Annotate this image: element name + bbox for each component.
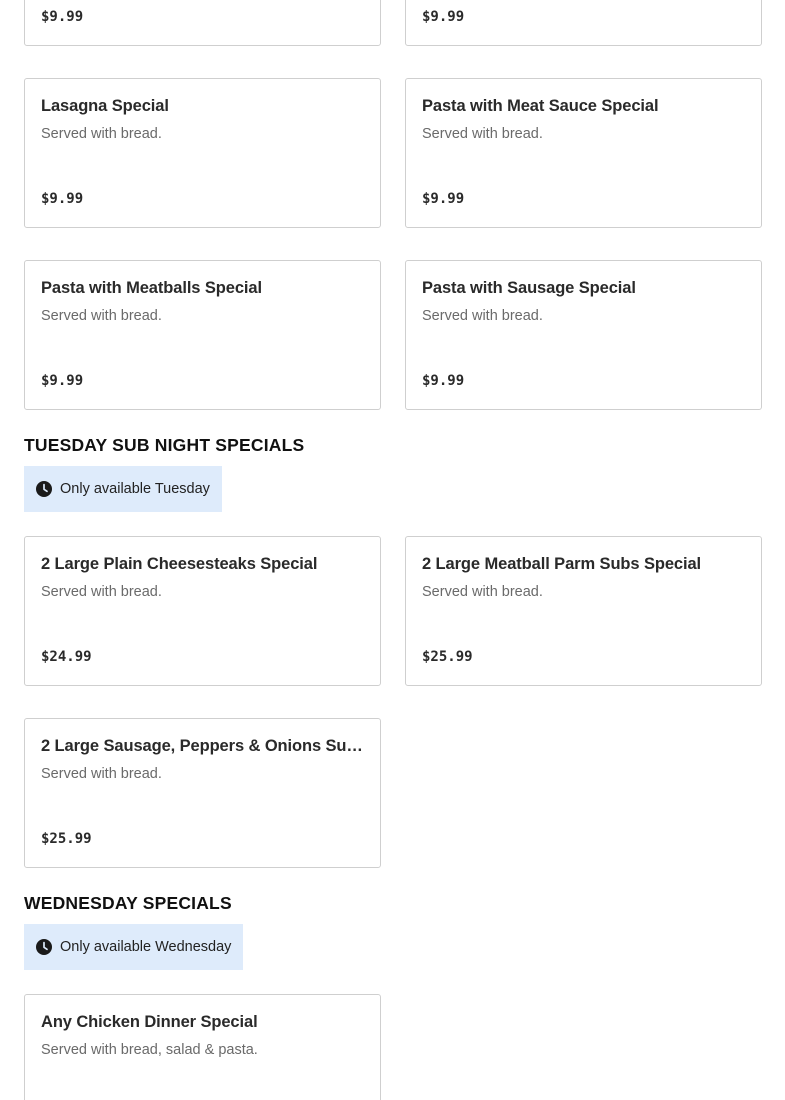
menu-item-card[interactable]: $9.99 [24, 0, 381, 46]
availability-badge-wednesday: Only available Wednesday [24, 924, 244, 970]
item-name: 2 Large Sausage, Peppers & Onions Subs..… [41, 737, 364, 755]
item-price: $25.99 [422, 649, 473, 665]
item-name: 2 Large Plain Cheesesteaks Special [41, 555, 318, 573]
availability-text: Only available Wednesday [60, 939, 232, 955]
menu-item-card[interactable]: $9.99 [405, 0, 762, 46]
availability-text: Only available Tuesday [60, 481, 210, 497]
item-name: Pasta with Meatballs Special [41, 279, 262, 297]
menu-item-card[interactable]: 2 Large Meatball Parm Subs Special Serve… [405, 536, 762, 686]
item-price: $25.99 [41, 831, 92, 847]
item-price: $9.99 [41, 373, 84, 389]
menu-item-card[interactable]: Pasta with Meatballs Special Served with… [24, 260, 381, 410]
menu-item-card[interactable]: 2 Large Plain Cheesesteaks Special Serve… [24, 536, 381, 686]
item-price: $9.99 [41, 191, 84, 207]
item-name: Pasta with Sausage Special [422, 279, 636, 297]
item-name: 2 Large Meatball Parm Subs Special [422, 555, 702, 573]
item-description: Served with bread. [422, 126, 543, 142]
item-name: Pasta with Meat Sauce Special [422, 97, 659, 115]
menu-item-card[interactable]: 2 Large Sausage, Peppers & Onions Subs..… [24, 718, 381, 868]
menu-item-card[interactable]: Any Chicken Dinner Special Served with b… [24, 994, 381, 1100]
item-description: Served with bread. [41, 766, 162, 782]
item-description: Served with bread. [422, 308, 543, 324]
availability-badge-tuesday: Only available Tuesday [24, 466, 222, 512]
item-price: $9.99 [422, 191, 465, 207]
item-price: $9.99 [422, 9, 465, 25]
item-price: $24.99 [41, 649, 92, 665]
item-price: $9.99 [41, 9, 84, 25]
menu-item-card[interactable]: Pasta with Meat Sauce Special Served wit… [405, 78, 762, 228]
item-description: Served with bread, salad & pasta. [41, 1042, 258, 1058]
item-name: Lasagna Special [41, 97, 169, 115]
item-name: Any Chicken Dinner Special [41, 1013, 258, 1031]
item-description: Served with bread. [41, 584, 162, 600]
clock-icon [36, 481, 52, 497]
clock-icon [36, 939, 52, 955]
item-price: $9.99 [422, 373, 465, 389]
section-title-wednesday: WEDNESDAY SPECIALS [24, 893, 232, 913]
item-description: Served with bread. [41, 126, 162, 142]
item-description: Served with bread. [422, 584, 543, 600]
menu-page: $9.99 $9.99 Lasagna Special Served with … [0, 0, 785, 1100]
item-description: Served with bread. [41, 308, 162, 324]
section-title-tuesday: TUESDAY SUB NIGHT SPECIALS [24, 435, 305, 455]
menu-item-card[interactable]: Pasta with Sausage Special Served with b… [405, 260, 762, 410]
menu-item-card[interactable]: Lasagna Special Served with bread. $9.99 [24, 78, 381, 228]
